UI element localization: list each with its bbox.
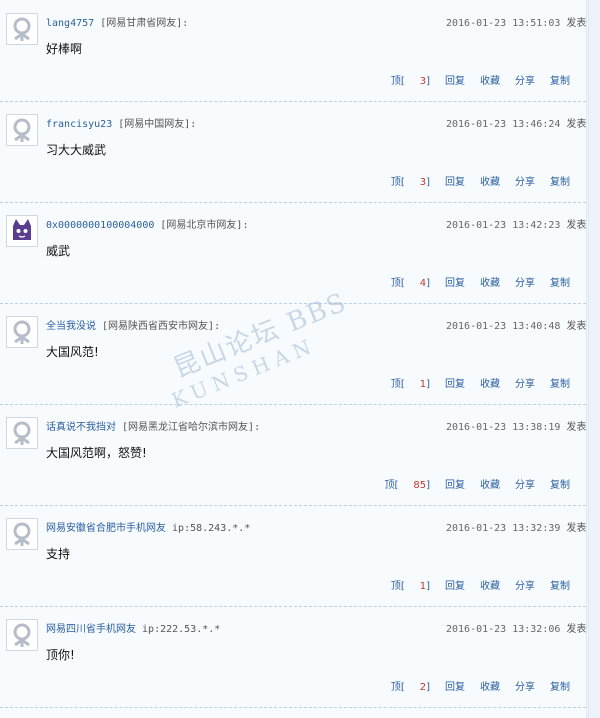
username-link[interactable]: 话真说不我挡对: [46, 422, 116, 433]
post-label: 发表: [566, 624, 587, 635]
reply-button[interactable]: 回复: [445, 581, 465, 592]
comment-item: 网易四川省手机网友 ip:222.53.*.* 2016-01-23 13:32…: [0, 606, 586, 708]
timestamp: 2016-01-23 13:51:03: [446, 18, 561, 29]
user-location: ip:222.53.*.*: [142, 624, 221, 635]
comment-text: 支持: [46, 547, 71, 561]
default-avatar-icon[interactable]: [6, 619, 38, 651]
upvote-button[interactable]: 顶[2]: [376, 682, 430, 693]
copy-button[interactable]: 复制: [550, 581, 570, 592]
username-link[interactable]: francisyu23: [46, 119, 112, 130]
upvote-count: 3: [419, 76, 427, 87]
username-link[interactable]: 网易四川省手机网友: [46, 624, 136, 635]
share-button[interactable]: 分享: [515, 379, 535, 390]
user-location: ip:58.243.*.*: [172, 523, 251, 534]
timestamp: 2016-01-23 13:46:24: [446, 119, 561, 130]
copy-button[interactable]: 复制: [550, 379, 570, 390]
reply-button[interactable]: 回复: [445, 480, 465, 491]
post-label: 发表: [566, 18, 587, 29]
post-label: 发表: [566, 523, 587, 534]
comment-item: lang4757 [网易甘肃省网友]: 2016-01-23 13:51:03 发…: [0, 0, 586, 102]
timestamp: 2016-01-23 13:42:23: [446, 220, 561, 231]
scrollbar-track[interactable]: [588, 0, 600, 718]
upvote-count: 3: [419, 177, 427, 188]
default-avatar-icon[interactable]: [6, 518, 38, 550]
copy-button[interactable]: 复制: [550, 278, 570, 289]
default-avatar-icon[interactable]: [6, 417, 38, 449]
user-location: [网易北京市网友]:: [160, 220, 249, 231]
user-location: [网易黑龙江省哈尔滨市网友]:: [122, 422, 261, 433]
upvote-button[interactable]: 顶[85]: [369, 480, 430, 491]
post-label: 发表: [566, 220, 587, 231]
timestamp: 2016-01-23 13:32:06: [446, 624, 561, 635]
comment-item: 0x0000000100004000 [网易北京市网友]: 2016-01-23…: [0, 202, 586, 304]
upvote-count: 85: [413, 480, 427, 491]
post-label: 发表: [566, 119, 587, 130]
comment-item: francisyu23 [网易中国网友]: 2016-01-23 13:46:2…: [0, 101, 586, 203]
comment-item: 话真说不我挡对 [网易黑龙江省哈尔滨市网友]: 2016-01-23 13:38…: [0, 404, 586, 506]
comment-text: 好棒啊: [46, 42, 83, 56]
upvote-button[interactable]: 顶[3]: [376, 177, 430, 188]
username-link[interactable]: 全当我没说: [46, 321, 96, 332]
favorite-button[interactable]: 收藏: [480, 480, 500, 491]
reply-button[interactable]: 回复: [445, 682, 465, 693]
default-avatar-icon[interactable]: [6, 316, 38, 348]
post-label: 发表: [566, 321, 587, 332]
reply-button[interactable]: 回复: [445, 278, 465, 289]
favorite-button[interactable]: 收藏: [480, 581, 500, 592]
comment-text: 大国风范!: [46, 345, 99, 359]
upvote-count: 1: [419, 581, 427, 592]
reply-button[interactable]: 回复: [445, 76, 465, 87]
username-link[interactable]: 0x0000000100004000: [46, 220, 154, 231]
share-button[interactable]: 分享: [515, 177, 535, 188]
favorite-button[interactable]: 收藏: [480, 379, 500, 390]
favorite-button[interactable]: 收藏: [480, 682, 500, 693]
reply-button[interactable]: 回复: [445, 177, 465, 188]
share-button[interactable]: 分享: [515, 278, 535, 289]
favorite-button[interactable]: 收藏: [480, 177, 500, 188]
upvote-button[interactable]: 顶[1]: [376, 379, 430, 390]
comment-item: 全当我没说 [网易陕西省西安市网友]: 2016-01-23 13:40:48 发…: [0, 303, 586, 405]
user-location: [网易中国网友]:: [118, 119, 197, 130]
share-button[interactable]: 分享: [515, 480, 535, 491]
reply-button[interactable]: 回复: [445, 379, 465, 390]
upvote-button[interactable]: 顶[3]: [376, 76, 430, 87]
upvote-count: 2: [419, 682, 427, 693]
comment-text: 大国风范啊，怒赞!: [46, 446, 147, 460]
copy-button[interactable]: 复制: [550, 480, 570, 491]
user-location: [网易甘肃省网友]:: [100, 18, 189, 29]
default-avatar-icon[interactable]: [6, 13, 38, 45]
favorite-button[interactable]: 收藏: [480, 76, 500, 87]
upvote-count: 4: [419, 278, 427, 289]
copy-button[interactable]: 复制: [550, 76, 570, 87]
user-location: [网易陕西省西安市网友]:: [102, 321, 221, 332]
post-label: 发表: [566, 422, 587, 433]
copy-button[interactable]: 复制: [550, 682, 570, 693]
upvote-count: 1: [419, 379, 427, 390]
default-avatar-icon[interactable]: [6, 114, 38, 146]
timestamp: 2016-01-23 13:38:19: [446, 422, 561, 433]
upvote-button[interactable]: 顶[1]: [376, 581, 430, 592]
share-button[interactable]: 分享: [515, 682, 535, 693]
comment-text: 顶你!: [46, 648, 75, 662]
comment-item: 网易安徽省合肥市手机网友 ip:58.243.*.* 2016-01-23 13…: [0, 505, 586, 607]
comment-list: lang4757 [网易甘肃省网友]: 2016-01-23 13:51:03 发…: [0, 0, 587, 718]
copy-button[interactable]: 复制: [550, 177, 570, 188]
purple-cat-avatar-icon[interactable]: [6, 215, 38, 247]
upvote-button[interactable]: 顶[4]: [376, 278, 430, 289]
timestamp: 2016-01-23 13:32:39: [446, 523, 561, 534]
timestamp: 2016-01-23 13:40:48: [446, 321, 561, 332]
username-link[interactable]: 网易安徽省合肥市手机网友: [46, 523, 166, 534]
share-button[interactable]: 分享: [515, 76, 535, 87]
favorite-button[interactable]: 收藏: [480, 278, 500, 289]
share-button[interactable]: 分享: [515, 581, 535, 592]
comment-text: 习大大威武: [46, 143, 107, 157]
username-link[interactable]: lang4757: [46, 18, 94, 29]
comment-text: 威武: [46, 244, 71, 258]
